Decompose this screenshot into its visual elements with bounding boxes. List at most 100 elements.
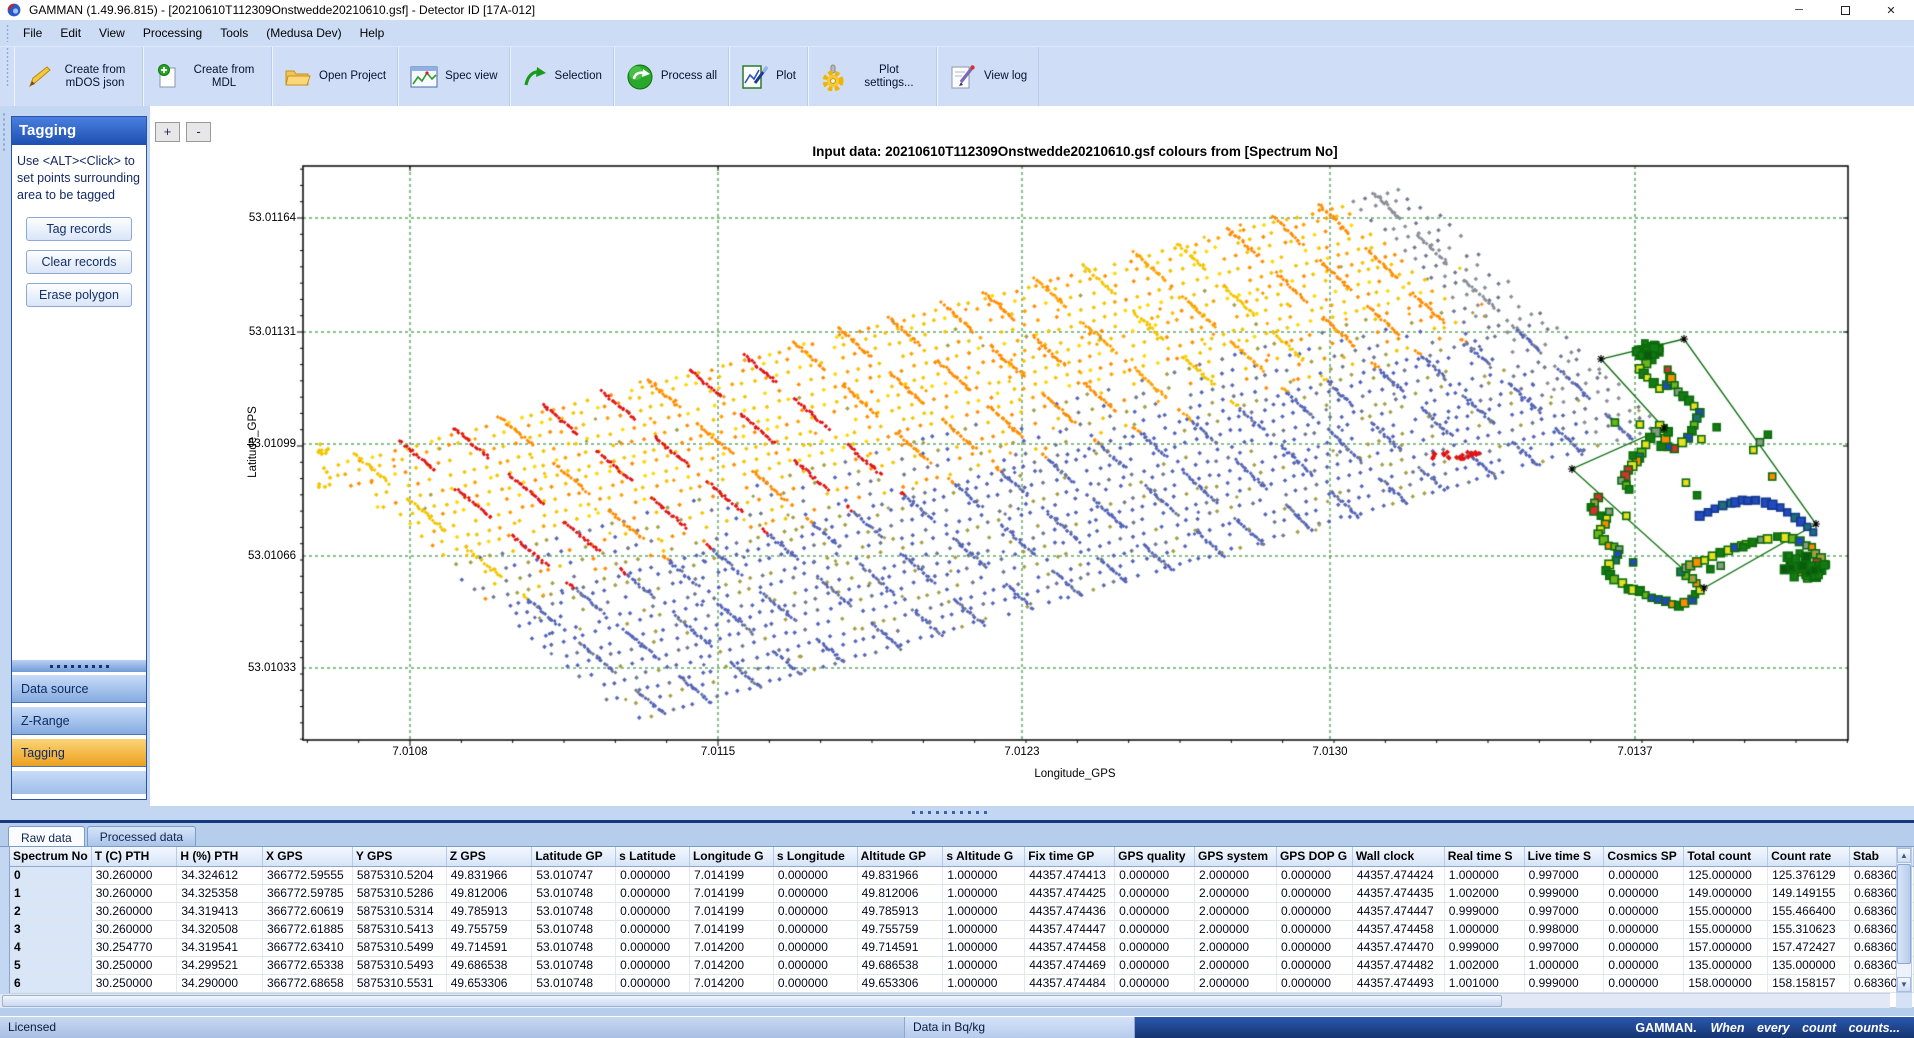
table-cell: 30.250000	[91, 974, 177, 992]
plot-settings-button[interactable]: Plot settings...	[808, 47, 937, 106]
open-project-button[interactable]: Open Project	[272, 47, 398, 106]
column-header[interactable]: Count rate	[1768, 847, 1850, 866]
toolbar-drag-grip[interactable]	[6, 47, 9, 88]
column-header[interactable]: Altitude GP	[857, 847, 943, 866]
table-cell: 157.472427	[1768, 938, 1850, 956]
column-header[interactable]: GPS DOP G	[1276, 847, 1352, 866]
selection-button[interactable]: Selection	[510, 47, 614, 106]
sidebar-drag-grip[interactable]	[2, 112, 6, 152]
vertical-scroll-thumb[interactable]	[1897, 864, 1911, 964]
table-cell: 5875310.5286	[352, 884, 446, 902]
menu-view[interactable]: View	[90, 23, 134, 43]
column-header[interactable]: GPS system	[1195, 847, 1277, 866]
menu-drag-grip[interactable]	[6, 24, 9, 42]
create-from-mdos-json-button[interactable]: Create from mDOS json	[14, 47, 143, 106]
column-header[interactable]: Z GPS	[446, 847, 532, 866]
column-header[interactable]: Fix time GP	[1025, 847, 1115, 866]
vertical-scrollbar[interactable]: ▲ ▼	[1896, 847, 1912, 993]
table-cell: 0.000000	[773, 920, 857, 938]
column-header[interactable]: Longitude G	[689, 847, 773, 866]
table-cell: 366772.61885	[262, 920, 352, 938]
table-cell: 0.000000	[1604, 974, 1684, 992]
column-header[interactable]: Real time S	[1444, 847, 1524, 866]
accordion-item-data-source[interactable]: Data source	[12, 674, 146, 703]
tag-records-button[interactable]: Tag records	[26, 217, 132, 241]
horizontal-scroll-thumb[interactable]	[2, 995, 1502, 1007]
table-cell: 149.000000	[1684, 884, 1768, 902]
menu-help[interactable]: Help	[351, 23, 394, 43]
table-row[interactable]: 030.26000034.324612366772.595555875310.5…	[10, 866, 1914, 884]
column-header[interactable]: Live time S	[1524, 847, 1604, 866]
spec-view-button[interactable]: Spec view	[398, 47, 509, 106]
tagging-panel-title: Tagging	[12, 117, 146, 145]
menu-medusa-dev[interactable]: (Medusa Dev)	[257, 23, 350, 43]
table-cell: 158.000000	[1684, 974, 1768, 992]
table-cell: 34.299521	[177, 956, 263, 974]
table-cell: 0.000000	[1604, 938, 1684, 956]
horizontal-splitter[interactable]	[0, 806, 1914, 820]
table-row[interactable]: 430.25477034.319541366772.634105875310.5…	[10, 938, 1914, 956]
horizontal-scrollbar[interactable]	[0, 993, 1890, 1008]
menu-tools[interactable]: Tools	[211, 23, 257, 43]
scroll-up-button[interactable]: ▲	[1897, 848, 1911, 863]
table-row[interactable]: 630.25000034.290000366772.686585875310.5…	[10, 974, 1914, 992]
table-cell: 0.000000	[773, 902, 857, 920]
table-row[interactable]: 130.26000034.325358366772.597855875310.5…	[10, 884, 1914, 902]
column-header[interactable]: X GPS	[262, 847, 352, 866]
column-header[interactable]: Spectrum No	[10, 847, 91, 866]
raw-data-grid-zone: Spectrum NoT (C) PTHH (%) PTHX GPSY GPSZ…	[0, 846, 1914, 1007]
table-cell: 44357.474458	[1025, 938, 1115, 956]
table-cell: 0.000000	[1276, 956, 1352, 974]
table-cell: 49.831966	[857, 866, 943, 884]
column-header[interactable]: Cosmics SP	[1604, 847, 1684, 866]
row-header-cell: 5	[10, 956, 91, 974]
minimize-button[interactable]: ─	[1776, 0, 1822, 20]
column-header[interactable]: s Longitude	[773, 847, 857, 866]
table-row[interactable]: 530.25000034.299521366772.653385875310.5…	[10, 956, 1914, 974]
menu-edit[interactable]: Edit	[51, 23, 90, 43]
column-header[interactable]: s Altitude G	[943, 847, 1025, 866]
table-cell: 5875310.5413	[352, 920, 446, 938]
column-header[interactable]: GPS quality	[1115, 847, 1195, 866]
tab-processed-data[interactable]: Processed data	[87, 826, 196, 846]
data-units-status: Data in Bq/kg	[905, 1017, 1135, 1038]
table-cell: 2.000000	[1195, 956, 1277, 974]
table-cell: 7.014200	[689, 956, 773, 974]
clear-records-button[interactable]: Clear records	[26, 250, 132, 274]
view-log-button[interactable]: View log	[937, 47, 1039, 106]
column-header[interactable]: T (C) PTH	[91, 847, 177, 866]
plot-button[interactable]: Plot	[729, 47, 808, 106]
table-cell: 7.014199	[689, 920, 773, 938]
maximize-button[interactable]	[1822, 0, 1868, 20]
table-cell: 2.000000	[1195, 884, 1277, 902]
table-cell: 0.000000	[1276, 938, 1352, 956]
table-row[interactable]: 330.26000034.320508366772.618855875310.5…	[10, 920, 1914, 938]
scroll-down-button[interactable]: ▼	[1897, 977, 1911, 992]
column-header[interactable]: H (%) PTH	[177, 847, 263, 866]
accordion-item-tagging[interactable]: Tagging	[12, 738, 146, 767]
table-cell: 155.466400	[1768, 902, 1850, 920]
menu-file[interactable]: File	[14, 23, 51, 43]
table-cell: 49.831966	[446, 866, 532, 884]
tab-raw-data[interactable]: Raw data	[8, 826, 85, 847]
accordion-item-z-range[interactable]: Z-Range	[12, 706, 146, 735]
menu-processing[interactable]: Processing	[134, 23, 211, 43]
create-from-mdl-button[interactable]: Create from MDL	[143, 47, 272, 106]
table-cell: 366772.59785	[262, 884, 352, 902]
column-header[interactable]: Latitude GP	[532, 847, 616, 866]
column-header[interactable]: Total count	[1684, 847, 1768, 866]
column-header[interactable]: Y GPS	[352, 847, 446, 866]
column-header[interactable]: s Latitude	[616, 847, 690, 866]
table-cell: 30.260000	[91, 920, 177, 938]
table-cell: 44357.474493	[1352, 974, 1444, 992]
accordion-splitter[interactable]	[12, 660, 146, 672]
table-cell: 7.014200	[689, 938, 773, 956]
table-cell: 1.002000	[1444, 884, 1524, 902]
close-button[interactable]: ✕	[1868, 0, 1914, 20]
survey-scatter-plot[interactable]	[150, 106, 1914, 806]
process-all-button[interactable]: Process all	[614, 47, 729, 106]
table-cell: 0.997000	[1524, 902, 1604, 920]
column-header[interactable]: Wall clock	[1352, 847, 1444, 866]
erase-polygon-button[interactable]: Erase polygon	[26, 283, 132, 307]
table-row[interactable]: 230.26000034.319413366772.606195875310.5…	[10, 902, 1914, 920]
